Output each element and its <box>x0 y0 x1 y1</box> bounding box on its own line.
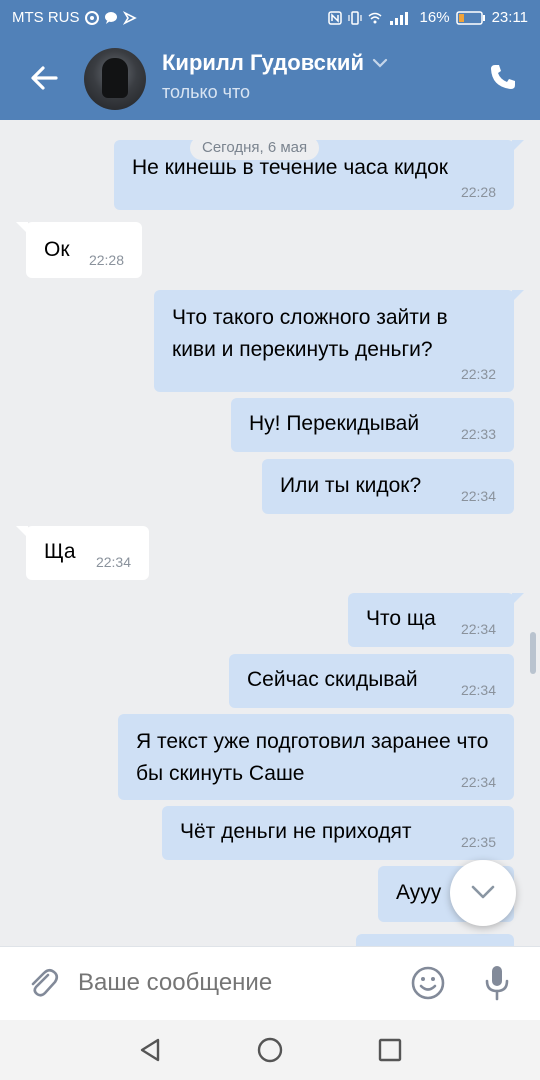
wifi-icon <box>368 12 382 23</box>
message-bubble-incoming[interactable]: Ок 22:28 <box>16 222 142 278</box>
phone-icon[interactable] <box>488 62 518 92</box>
scrollbar-thumb[interactable] <box>530 632 536 674</box>
android-navigation-bar <box>0 1020 540 1080</box>
vpn-icon <box>84 10 99 25</box>
message-bubble-outgoing[interactable]: Я текст уже подготовил заранее что бы ск… <box>118 714 514 800</box>
message-time: 22:28 <box>460 184 496 200</box>
message-text: Ок <box>44 238 70 261</box>
avatar[interactable] <box>84 48 146 110</box>
microphone-icon[interactable] <box>482 963 512 1003</box>
vibrate-icon <box>347 10 362 25</box>
emoji-icon[interactable] <box>410 965 446 1001</box>
message-text: Что ща <box>366 607 436 630</box>
vk-notification-icon <box>122 10 137 25</box>
message-bubble-outgoing[interactable]: Ну! Перекидывай 22:33 <box>231 398 514 452</box>
message-bubble-outgoing[interactable]: Или ты кидок? 22:34 <box>262 459 514 514</box>
message-time: 22:28 <box>88 252 124 268</box>
message-text: Я текст уже подготовил заранее что бы ск… <box>136 730 489 785</box>
scroll-down-button[interactable] <box>450 860 516 926</box>
message-time: 22:34 <box>95 554 131 570</box>
message-input[interactable] <box>78 963 378 1003</box>
status-bar-right: 16% 23:11 <box>327 9 528 26</box>
chevron-down-icon <box>372 58 388 68</box>
nfc-icon <box>327 10 342 25</box>
bubble-tail <box>16 222 28 234</box>
message-text: Что такого сложного зайти в киви и перек… <box>172 306 448 361</box>
message-time: 22:33 <box>460 426 496 442</box>
avatar-figure <box>102 58 128 98</box>
date-separator: Сегодня, 6 мая <box>190 136 320 160</box>
bubble-tail <box>512 593 524 605</box>
message-time: 22:34 <box>460 488 496 504</box>
message-text: Ну! Перекидывай <box>249 412 420 435</box>
nav-home-icon[interactable] <box>256 1036 284 1064</box>
clock: 23:11 <box>491 9 528 26</box>
contact-status: только что <box>162 82 251 102</box>
message-bubble-incoming[interactable]: Ща 22:34 <box>16 526 149 580</box>
battery-percent: 16% <box>419 9 450 26</box>
message-text: Ща <box>44 540 76 563</box>
message-composer <box>0 946 540 1020</box>
message-bubble-outgoing[interactable]: Что такого сложного зайти в киви и перек… <box>154 290 524 392</box>
message-text: Сейчас скидывай <box>247 668 418 691</box>
status-bar: MTS RUS 16% 23:11 <box>0 0 540 36</box>
message-time: 22:35 <box>460 834 496 850</box>
chevron-down-icon <box>471 885 495 899</box>
contact-name: Кирилл Гудовский <box>162 50 364 75</box>
message-time: 22:34 <box>460 774 496 790</box>
status-bar-left: MTS RUS <box>12 9 137 26</box>
nav-back-icon[interactable] <box>136 1036 164 1064</box>
nav-recent-apps-icon[interactable] <box>376 1036 404 1064</box>
message-text: Чёт деньги не приходят <box>180 820 412 843</box>
chat-notification-icon <box>104 11 117 24</box>
message-list[interactable]: Сегодня, 6 мая Не кинешь в течение часа … <box>0 120 540 946</box>
bubble-tail <box>512 290 524 302</box>
message-bubble-outgoing[interactable]: Что ща 22:34 <box>348 593 524 647</box>
message-time: 22:34 <box>460 621 496 637</box>
message-text: Или ты кидок? <box>280 474 422 497</box>
chat-header: Кирилл Гудовский только что <box>0 36 540 120</box>
message-time: 22:32 <box>460 366 496 382</box>
message-bubble-outgoing[interactable]: Сейчас скидывай 22:34 <box>229 654 514 708</box>
bubble-tail <box>512 140 524 152</box>
message-time: 22:34 <box>460 682 496 698</box>
attach-icon[interactable] <box>24 965 60 1001</box>
bubble-tail <box>16 526 28 538</box>
contact-name-row[interactable]: Кирилл Гудовский <box>162 50 388 76</box>
battery-icon <box>455 10 485 25</box>
message-bubble-outgoing[interactable]: Чёт деньги не приходят 22:35 <box>162 806 514 860</box>
signal-icon <box>389 11 408 25</box>
message-bubble-outgoing-partial[interactable] <box>356 934 514 946</box>
back-arrow-icon[interactable] <box>26 60 62 96</box>
carrier-label: MTS RUS <box>12 9 80 26</box>
